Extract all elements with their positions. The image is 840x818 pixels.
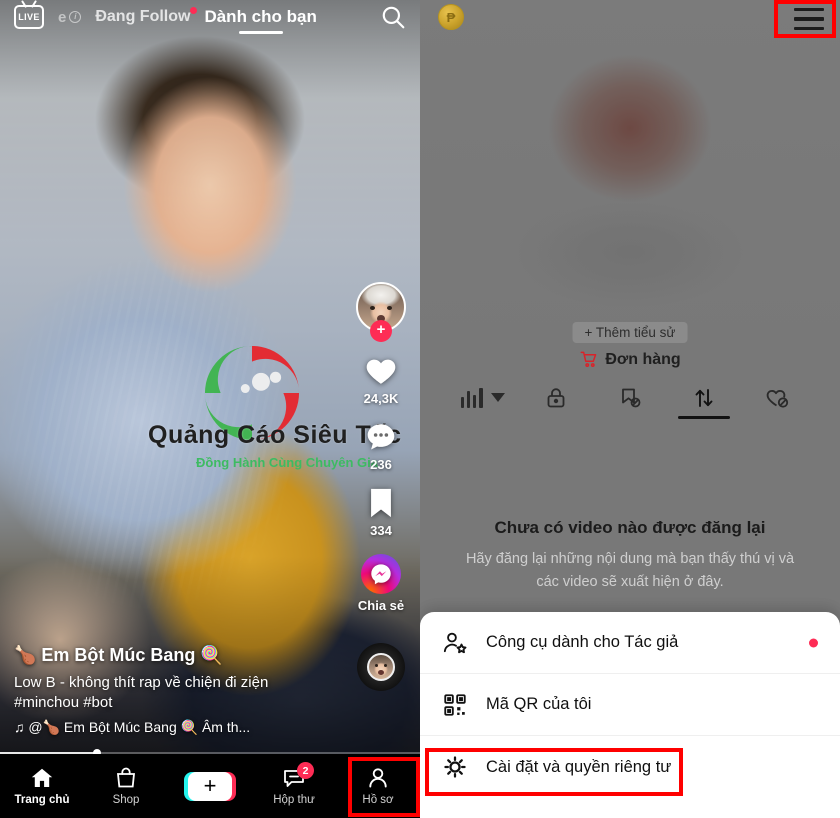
tab-following[interactable]: Đang Follow — [95, 7, 198, 26]
comment-icon — [367, 424, 395, 450]
profile-action-sheet: Công cụ dành cho Tác giả Mã QR của tôi C… — [420, 612, 840, 818]
hamburger-line-2 — [794, 17, 824, 21]
lock-icon — [547, 388, 565, 408]
nav-label-profile: Hồ sơ — [362, 794, 394, 806]
heart-icon — [366, 359, 396, 384]
info-icon[interactable]: i — [69, 11, 82, 23]
empty-state-title: Chưa có video nào được đăng lại — [494, 518, 766, 537]
sheet-label-my-qr: Mã QR của tôi — [486, 695, 592, 713]
nav-item-create[interactable]: + — [168, 754, 252, 818]
hamburger-line-1 — [794, 8, 824, 12]
sheet-row-settings-privacy[interactable]: Cài đặt và quyền riêng tư — [420, 736, 840, 798]
search-icon[interactable] — [380, 4, 406, 30]
qr-code-icon — [444, 693, 466, 716]
nav-item-home[interactable]: Trang chủ — [0, 754, 84, 818]
hamburger-line-3 — [794, 26, 824, 30]
caption-music[interactable]: ♫ @🍗 Em Bột Múc Bang 🍭 Âm th... — [14, 719, 344, 736]
profile-pane: ₱ + Thêm tiểu sử Đơn hàng Chưa có video … — [420, 0, 840, 818]
nav-label-shop: Shop — [112, 794, 140, 806]
caption-username[interactable]: 🍗 Em Bột Múc Bang 🍭 — [14, 645, 344, 666]
like-button[interactable]: 24,3K — [363, 354, 399, 406]
sheet-row-creator-tools[interactable]: Công cụ dành cho Tác giả — [420, 612, 840, 674]
orders-link[interactable]: Đơn hàng — [579, 350, 681, 369]
tab-live-label: e — [58, 8, 67, 26]
share-label: Chia sẻ — [357, 598, 405, 613]
feed-top-tabbar: LIVE e i Đang Follow Dành cho bạn — [0, 0, 420, 34]
bookmark-off-icon — [622, 388, 641, 408]
messenger-bolt-glyph — [371, 564, 391, 585]
profile-tab-analytics[interactable] — [453, 386, 513, 408]
avatar-eye-left — [370, 306, 375, 310]
profile-tab-saved[interactable] — [600, 386, 660, 410]
disc-mouth — [378, 670, 384, 675]
app-screen: LIVE e i Đang Follow Dành cho bạn Quảng … — [0, 0, 840, 818]
follow-button[interactable]: + — [370, 320, 392, 342]
tab-live[interactable]: e i — [58, 8, 82, 26]
nav-item-inbox[interactable]: 2 Hộp thư — [252, 754, 336, 818]
messenger-icon — [361, 554, 401, 594]
bookmark-icon — [371, 488, 391, 518]
heart-off-icon — [766, 390, 788, 408]
nav-item-shop[interactable]: Shop — [84, 754, 168, 818]
music-disc-avatar — [367, 653, 395, 681]
hamburger-menu-button[interactable] — [794, 8, 824, 30]
profile-person-icon — [369, 768, 387, 788]
comment-button[interactable]: 236 — [363, 420, 399, 472]
sheet-row-my-qr[interactable]: Mã QR của tôi — [420, 674, 840, 736]
profile-tab-reposted[interactable] — [674, 386, 734, 419]
disc-eye-left — [375, 664, 378, 667]
nav-item-profile[interactable]: Hồ sơ — [336, 754, 420, 818]
add-bio-button[interactable]: + Thêm tiểu sử — [572, 322, 688, 343]
caption-description: Low B - không thít rap về chiện đi ziện — [14, 674, 269, 692]
empty-state-subtitle: Hãy đăng lại những nội dung mà bạn thấy … — [465, 551, 795, 591]
sheet-label-creator-tools: Công cụ dành cho Tác giả — [486, 633, 679, 651]
creator-tools-notification-dot — [809, 638, 818, 647]
create-plus-icon[interactable]: + — [184, 771, 236, 801]
creator-tools-icon — [443, 632, 467, 653]
tab-for-you-label: Dành cho bạn — [204, 7, 317, 26]
repost-icon — [695, 389, 713, 407]
share-button[interactable]: Chia sẻ — [358, 554, 404, 613]
gear-icon — [444, 756, 466, 778]
create-plus-glyph: + — [188, 771, 232, 801]
sheet-label-settings-privacy: Cài đặt và quyền riêng tư — [486, 757, 672, 776]
caption-hashtags[interactable]: #minchou #bot — [14, 694, 344, 711]
author-avatar[interactable]: + — [356, 282, 406, 342]
chevron-down-icon[interactable] — [490, 392, 505, 402]
comment-count: 236 — [370, 457, 392, 472]
bookmark-button[interactable]: 334 — [366, 486, 396, 538]
video-caption: 🍗 Em Bột Múc Bang 🍭 Low B - không thít r… — [14, 645, 344, 736]
profile-tab-bar — [420, 386, 840, 430]
nav-label-home: Trang chủ — [14, 794, 70, 806]
bookmark-count: 334 — [370, 523, 392, 538]
coin-icon[interactable]: ₱ — [438, 4, 464, 30]
orders-label: Đơn hàng — [605, 350, 681, 368]
tab-active-underline — [238, 31, 283, 34]
profile-tab-liked[interactable] — [747, 386, 807, 410]
profile-tab-active-underline — [677, 416, 730, 419]
feed-action-rail: + 24,3K 236 334 Chia sẻ — [350, 282, 412, 691]
tab-following-label: Đang Follow — [95, 8, 191, 25]
bottom-navigation: Trang chủ Shop + 2 Hộp thư Hồ sơ — [0, 754, 420, 818]
inbox-badge: 2 — [297, 762, 314, 779]
live-badge-icon[interactable]: LIVE — [14, 5, 44, 29]
nav-label-inbox: Hộp thư — [273, 794, 315, 806]
tab-for-you[interactable]: Dành cho bạn — [204, 7, 317, 34]
new-content-dot — [190, 7, 198, 14]
avatar-eye-right — [387, 306, 392, 310]
music-disc[interactable] — [357, 643, 405, 691]
shop-bag-icon — [117, 767, 135, 788]
tiktok-feed-pane: LIVE e i Đang Follow Dành cho bạn Quảng … — [0, 0, 420, 818]
profile-tab-private[interactable] — [526, 386, 586, 410]
like-count: 24,3K — [363, 391, 399, 406]
equalizer-icon — [460, 386, 483, 408]
disc-eye-right — [384, 664, 387, 667]
home-icon — [31, 768, 53, 787]
shopping-cart-icon — [580, 351, 597, 367]
